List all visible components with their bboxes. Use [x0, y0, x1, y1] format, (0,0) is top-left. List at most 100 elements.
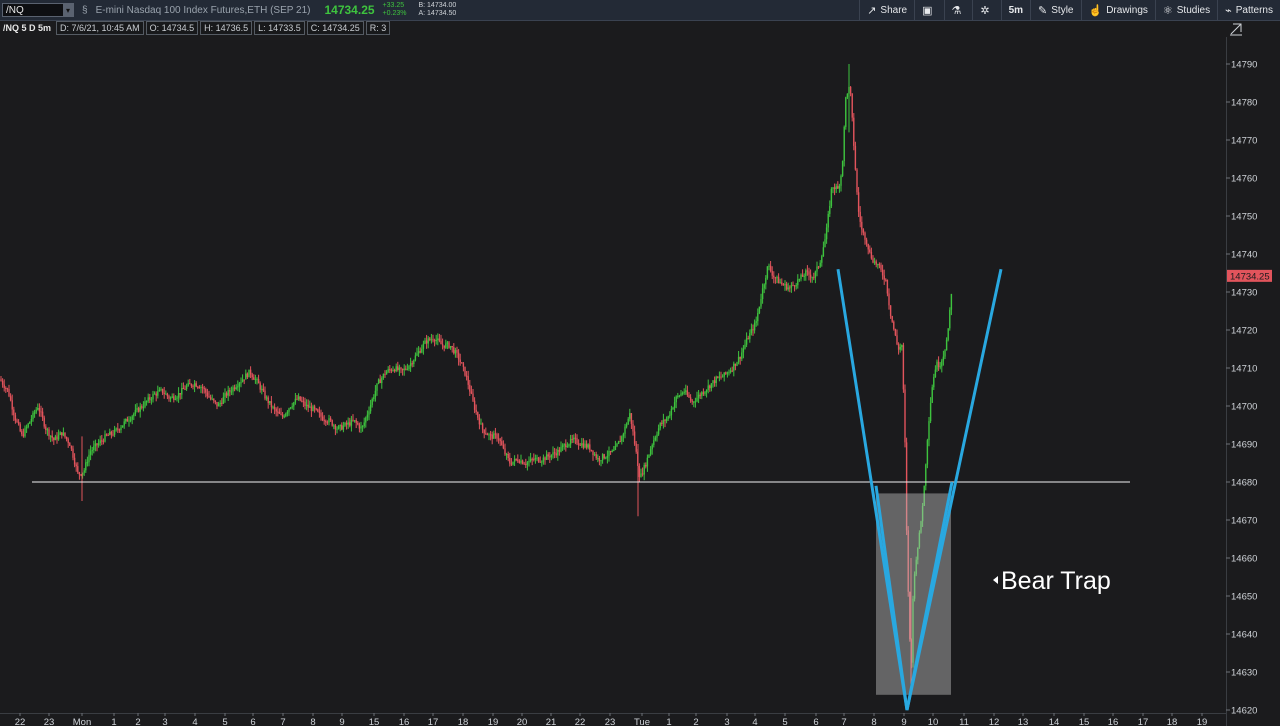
y-tick-label: 14730: [1231, 288, 1257, 299]
bear-trap-annotation[interactable]: Bear Trap: [993, 567, 1111, 595]
candle-body: [265, 397, 268, 399]
candle-body: [326, 422, 329, 424]
candle-body: [896, 335, 898, 345]
candle-body: [709, 385, 711, 389]
candle-body: [358, 424, 361, 429]
candle-body: [253, 377, 255, 380]
candle-body: [421, 348, 423, 353]
candle-body: [494, 433, 497, 435]
info-date: D: 7/6/21, 10:45 AM: [56, 21, 144, 35]
candle-body: [233, 387, 236, 389]
candle-body: [875, 261, 877, 265]
drawings-button[interactable]: ☝ Drawings: [1080, 0, 1155, 20]
candle-body: [142, 406, 145, 408]
candle-body: [329, 418, 332, 421]
x-tick-label: Mon: [73, 717, 91, 726]
candle-body: [113, 429, 116, 435]
candle-body: [776, 276, 778, 279]
candle-body: [865, 239, 868, 244]
candle-body: [731, 370, 733, 372]
candle-body: [603, 454, 605, 459]
candle-body: [669, 415, 671, 417]
candle-body: [453, 347, 455, 354]
studies-button[interactable]: ⚛ Studies: [1154, 0, 1217, 20]
candle-body: [139, 406, 141, 412]
link-icon[interactable]: §: [82, 5, 88, 16]
candle-body: [465, 375, 468, 377]
candle-body: [257, 379, 260, 384]
candle-body: [189, 383, 191, 385]
candle-body: [363, 422, 365, 426]
candle-body: [833, 187, 836, 190]
x-tick-label: 22: [15, 717, 26, 726]
candle-body: [933, 377, 935, 388]
x-tick-label: 20: [517, 717, 528, 726]
y-tick-label: 14700: [1231, 402, 1257, 413]
current-price-label: 14734.25: [1230, 271, 1270, 282]
candle-body: [469, 384, 471, 392]
share-button[interactable]: ↗ Share: [859, 0, 914, 20]
candle-body: [41, 411, 44, 418]
candle-body: [78, 472, 81, 475]
candle-body: [539, 461, 541, 463]
timeframe-button[interactable]: 5m: [1000, 0, 1030, 20]
y-tick-label: 14750: [1231, 212, 1257, 223]
candle-body: [128, 420, 130, 422]
candle-body: [704, 391, 706, 394]
candle-body: [643, 464, 645, 475]
studies-label: Studies: [1176, 4, 1211, 16]
candle-body: [949, 309, 951, 329]
x-tick-label: 3: [724, 717, 729, 726]
candle-body: [528, 461, 530, 463]
style-button[interactable]: ✎ Style: [1030, 0, 1080, 20]
candle-body: [17, 421, 20, 425]
x-tick-label: 23: [44, 717, 55, 726]
candle-body: [566, 446, 569, 448]
candle-body: [11, 400, 13, 410]
candle-body: [381, 377, 383, 384]
candle-body: [387, 369, 389, 372]
candle-body: [433, 340, 436, 342]
candle-body: [49, 435, 52, 437]
candle-body: [625, 424, 628, 427]
candle-body: [817, 266, 820, 268]
candle-body: [374, 390, 377, 398]
candle-body: [3, 384, 5, 388]
expand-icon[interactable]: [1230, 23, 1242, 36]
candle-body: [377, 379, 380, 384]
info-open: O: 14734.5: [145, 21, 199, 35]
candle-body: [800, 274, 802, 279]
candle-body: [165, 393, 167, 395]
x-tick-label: 4: [192, 717, 197, 726]
symbol-input[interactable]: /NQ ▾: [2, 3, 74, 17]
candle-body: [77, 466, 79, 473]
candle-body: [883, 275, 885, 280]
candle-body: [529, 458, 532, 462]
candle-body: [531, 458, 533, 460]
candle-body: [414, 355, 417, 361]
candle-body: [598, 458, 601, 461]
candle-body: [169, 397, 172, 399]
style-label: Style: [1051, 4, 1074, 16]
y-tick-label: 14680: [1231, 478, 1257, 489]
flask-button[interactable]: ⚗: [943, 0, 973, 20]
x-tick-label: 5: [782, 717, 787, 726]
candle-body: [75, 464, 77, 467]
candle-body: [449, 345, 452, 348]
candle-body: [560, 447, 562, 452]
candle-body: [830, 188, 833, 206]
patterns-button[interactable]: ⌁ Patterns: [1217, 0, 1280, 20]
candle-body: [904, 389, 906, 443]
y-tick-label: 14630: [1231, 668, 1257, 679]
candle-body: [201, 387, 204, 389]
hand-icon: ☝: [1088, 4, 1103, 17]
snapshot-button[interactable]: ▣: [914, 0, 943, 20]
candle-body: [717, 376, 719, 378]
candle-body: [584, 443, 586, 448]
chevron-down-icon[interactable]: ▾: [63, 4, 73, 16]
trap-zone-box[interactable]: [876, 493, 951, 695]
candle-body: [747, 338, 749, 340]
settings-button[interactable]: ✲: [972, 0, 1000, 20]
price-chart[interactable]: 1479014780147701476014750147401473014720…: [0, 0, 1280, 726]
candle-body: [878, 264, 881, 266]
